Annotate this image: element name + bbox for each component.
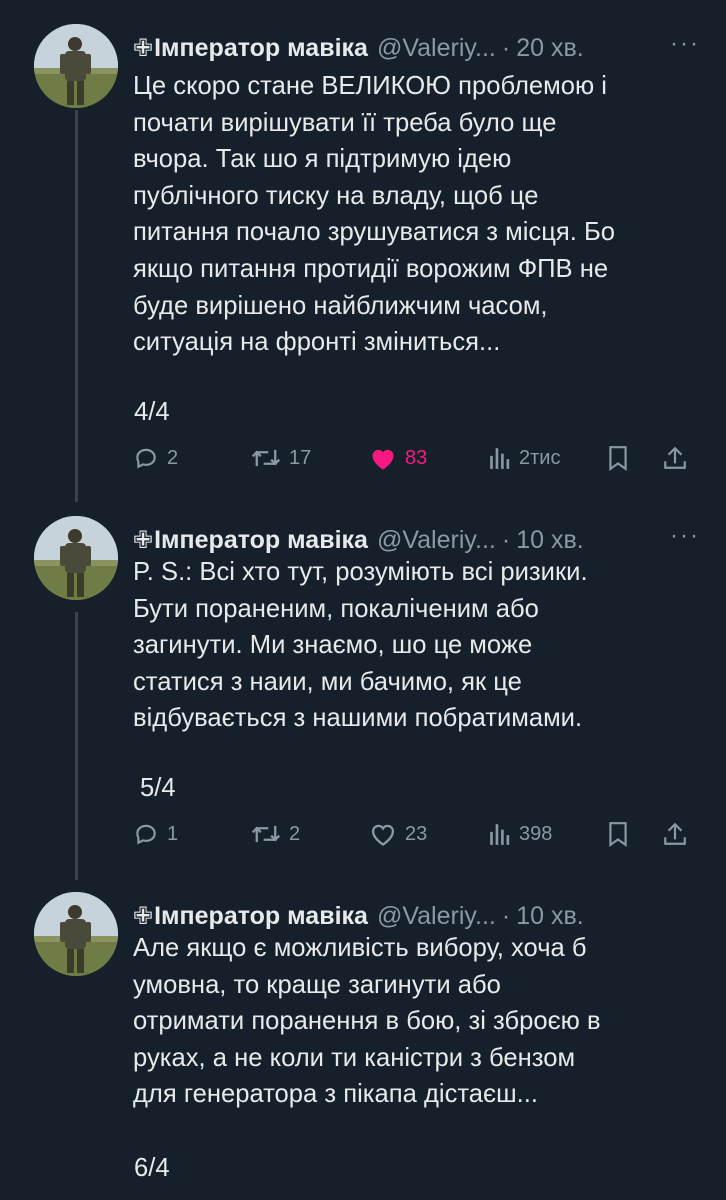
like-count: 23 — [405, 822, 428, 845]
reply-icon — [136, 824, 156, 845]
tweet-line: для генератора з пікапа дістаєш... — [133, 1080, 538, 1109]
tweet-line: вчора. Так шо я підтримую ідею — [133, 145, 512, 174]
separator-dot: · — [501, 525, 511, 554]
views-icon — [490, 448, 510, 469]
tweet[interactable]: ✙ Імператор мавіка @Valeriy... · 10 хв. А… — [0, 892, 726, 1200]
cross-icon: ✙ — [133, 34, 154, 62]
tweet-line: публічного тиску на владу, щоб це — [133, 181, 539, 210]
tweet-line: Це скоро стане ВЕЛИКОЮ проблемою і — [133, 72, 607, 100]
views-count: 398 — [519, 822, 553, 845]
bookmark-icon — [609, 446, 627, 471]
heart-icon — [371, 824, 395, 846]
tweet[interactable]: ✙ Імператор мавіка @Valeriy... · 20 хв. ·… — [0, 24, 726, 494]
like-count: 83 — [405, 446, 428, 469]
timestamp[interactable]: 20 хв. — [516, 34, 583, 63]
avatar[interactable] — [34, 24, 118, 108]
reply-count: 2 — [167, 446, 179, 469]
tweet-line: Але якщо є можливість вибору, хоча б — [133, 934, 587, 962]
tweet-header: ✙ Імператор мавіка @Valeriy... · 10 хв. — [133, 898, 636, 934]
tweet[interactable]: ✙ Імператор мавіка @Valeriy... · 10 хв. ·… — [0, 516, 726, 866]
repost-count: 2 — [289, 822, 301, 845]
thread-counter: 5/4 — [140, 774, 176, 802]
thread-counter: 4/4 — [134, 398, 170, 426]
tweet-line: руках, а не коли ти каністри з бензом — [133, 1043, 576, 1072]
repost-button[interactable]: 17 — [251, 438, 311, 478]
user-handle[interactable]: @Valeriy... — [377, 34, 496, 63]
tweet-line: отримати поранення в бою, зі зброєю в — [133, 1007, 601, 1036]
tweet-line: Бути пораненим, покаліченим або — [133, 594, 539, 623]
user-handle[interactable]: @Valeriy... — [377, 902, 496, 931]
tweet-line: почати вирішувати її треба було ще — [133, 108, 557, 137]
cross-icon: ✙ — [133, 902, 154, 930]
action-bar: 2 17 83 2тис — [133, 438, 690, 478]
repost-count: 17 — [289, 446, 312, 469]
tweet-text: Але якщо є можливість вибору, хоча б умо… — [133, 930, 704, 1113]
repost-button[interactable]: 2 — [251, 814, 300, 854]
tweet-line: питання почало зрушуватися з місця. Бо — [133, 218, 615, 247]
views-count: 2тис — [519, 446, 561, 469]
tweet-header: ✙ Імператор мавіка @Valeriy... · 10 хв. ·… — [133, 522, 700, 558]
timestamp[interactable]: 10 хв. — [516, 902, 583, 931]
heart-filled-icon — [372, 449, 394, 470]
more-options-icon[interactable]: ··· — [670, 30, 700, 58]
reply-icon — [136, 448, 156, 469]
thread-counter: 6/4 — [134, 1154, 170, 1182]
display-name[interactable]: ✙ Імператор мавіка — [133, 902, 368, 931]
tweet-line: умовна, то краще загинути або — [133, 970, 501, 999]
tweet-line: P. S.: Всі хто тут, розуміють всі ризики… — [133, 558, 588, 586]
display-name[interactable]: ✙ Імператор мавіка — [133, 34, 368, 63]
like-button[interactable]: 83 — [369, 438, 427, 478]
tweet-line: буде вирішено найближчим часом, — [133, 291, 548, 320]
display-name[interactable]: ✙ Імператор мавіка — [133, 526, 368, 555]
separator-dot: · — [501, 33, 511, 62]
share-button[interactable] — [663, 438, 687, 478]
action-bar: 1 2 23 398 — [133, 814, 690, 854]
cross-icon: ✙ — [133, 526, 154, 554]
more-options-icon[interactable]: ··· — [670, 522, 700, 550]
repost-icon — [251, 825, 281, 843]
like-button[interactable]: 23 — [369, 814, 427, 854]
tweet-line: якщо питання протидії ворожим ФПВ не — [133, 254, 609, 283]
bookmark-icon — [609, 822, 627, 847]
reply-count: 1 — [167, 822, 179, 845]
tweet-line: ситуація на фронті зміниться... — [133, 328, 501, 357]
share-icon — [664, 822, 686, 845]
reply-button[interactable]: 2 — [133, 438, 178, 478]
tweet-header: ✙ Імператор мавіка @Valeriy... · 20 хв. ·… — [133, 30, 700, 66]
tweet-line: відбувається з нашими побратимами. — [133, 704, 583, 733]
views-icon — [490, 824, 510, 845]
avatar[interactable] — [34, 892, 118, 976]
user-handle[interactable]: @Valeriy... — [377, 526, 496, 555]
tweet-line: статися з наии, ми бачимо, як це — [133, 667, 522, 696]
timestamp[interactable]: 10 хв. — [516, 526, 583, 555]
tweet-text: Це скоро стане ВЕЛИКОЮ проблемою і почат… — [133, 68, 704, 361]
reply-button[interactable]: 1 — [133, 814, 178, 854]
views-button[interactable]: 398 — [489, 814, 552, 854]
tweet-line: загинути. Ми знаємо, шо це може — [133, 631, 533, 660]
bookmark-button[interactable] — [607, 438, 629, 478]
tweet-text: P. S.: Всі хто тут, розуміють всі ризики… — [133, 554, 704, 737]
share-icon — [664, 446, 686, 469]
separator-dot: · — [501, 901, 511, 930]
views-button[interactable]: 2тис — [489, 438, 560, 478]
bookmark-button[interactable] — [607, 814, 629, 854]
share-button[interactable] — [663, 814, 687, 854]
avatar[interactable] — [34, 516, 118, 600]
repost-icon — [251, 449, 281, 467]
